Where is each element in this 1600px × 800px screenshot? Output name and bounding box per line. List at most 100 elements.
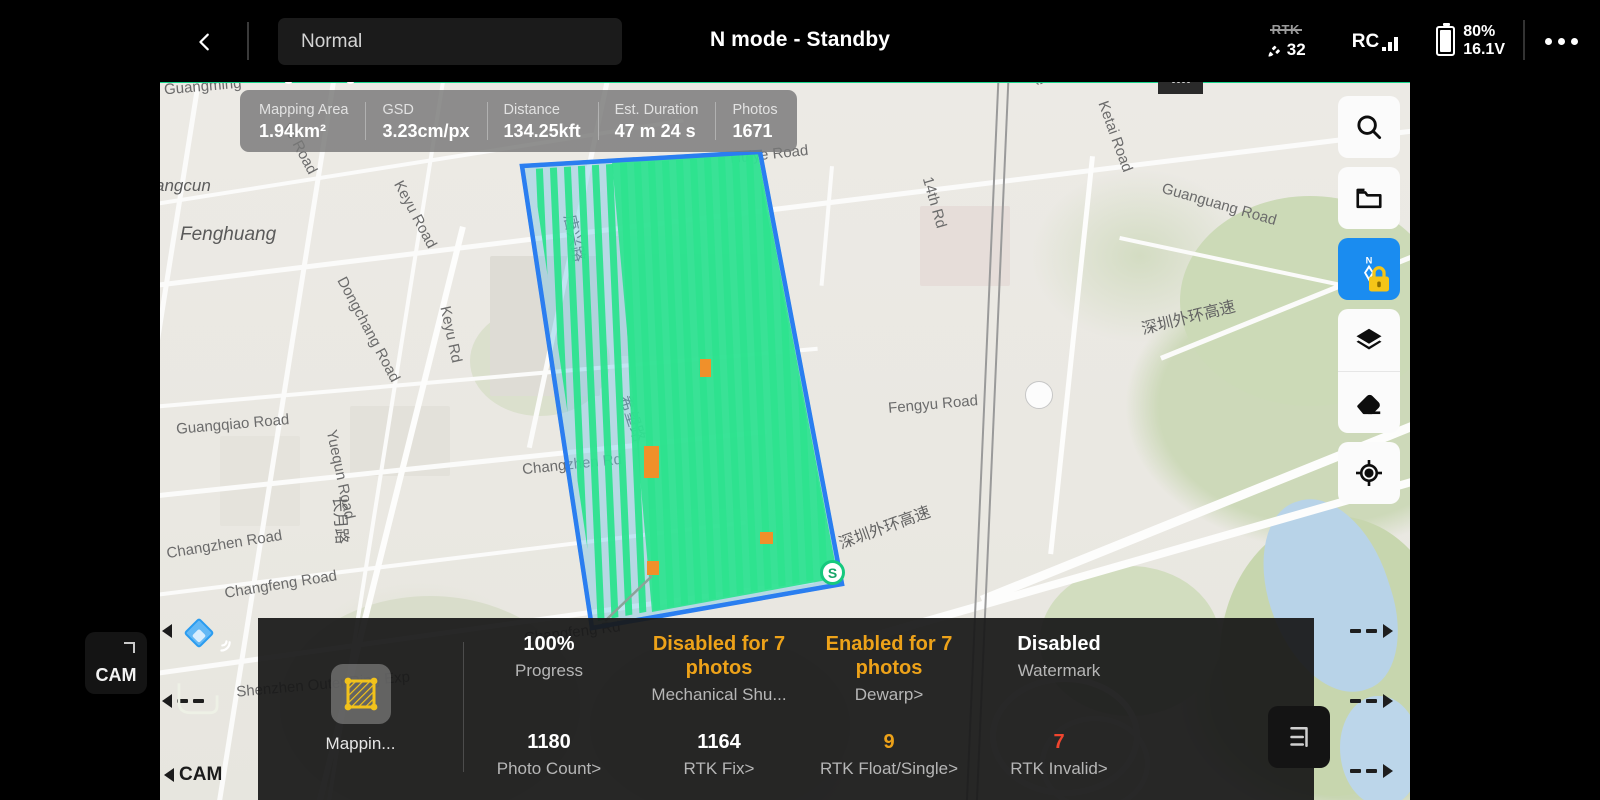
stat-photos[interactable]: Photos 1671 bbox=[715, 90, 794, 152]
signal-bars-icon bbox=[1382, 35, 1399, 51]
rtk-status[interactable]: RTK 32 bbox=[1250, 22, 1322, 60]
mission-type-block: Mappin... bbox=[258, 618, 463, 800]
triangle-right-icon bbox=[1383, 694, 1393, 708]
cell-label: Watermark bbox=[1017, 661, 1101, 680]
camera-view-button[interactable]: CAM bbox=[85, 632, 147, 694]
map-label: Fenghuang bbox=[180, 224, 277, 245]
stat-value: 1671 bbox=[732, 121, 773, 141]
map-block bbox=[615, 236, 705, 356]
stat-value: 47 m 24 s bbox=[614, 121, 696, 141]
top-status-bar: Normal N mode - Standby RTK 32 RC 80% 16… bbox=[0, 0, 1600, 82]
search-button[interactable] bbox=[1338, 96, 1400, 158]
cell-value: Disabled for 7 photos bbox=[652, 633, 786, 679]
eraser-button[interactable] bbox=[1338, 371, 1400, 433]
lock-icon bbox=[1369, 266, 1389, 292]
cell-value: 9 bbox=[883, 731, 895, 753]
cell-value: Disabled bbox=[1017, 633, 1101, 655]
cell-label: RTK Float/Single> bbox=[819, 759, 959, 778]
signal-wave-icon bbox=[220, 640, 231, 652]
right-telemetry-indicators bbox=[1350, 614, 1410, 788]
stat-distance[interactable]: Distance 134.25kft bbox=[486, 90, 598, 152]
drone-position-marker[interactable] bbox=[183, 617, 231, 652]
battery-icon bbox=[1436, 23, 1456, 56]
battery-percent: 80% bbox=[1463, 23, 1496, 40]
battery-status[interactable]: 80% 16.1V bbox=[1436, 23, 1505, 59]
triangle-left-icon bbox=[162, 694, 172, 708]
mission-type-label: Mappin... bbox=[325, 734, 396, 753]
cell-progress[interactable]: 100% Progress bbox=[464, 618, 634, 709]
cell-label: Progress bbox=[514, 661, 584, 680]
recenter-button[interactable] bbox=[1338, 442, 1400, 504]
mission-stats-panel: Mapping Area 1.94km² GSD 3.23cm/px Dista… bbox=[240, 90, 797, 152]
mapping-mission-button[interactable] bbox=[330, 664, 391, 724]
drone-diamond-icon bbox=[183, 617, 215, 649]
rc-signal-status[interactable]: RC bbox=[1351, 30, 1399, 52]
telemetry-row[interactable] bbox=[1350, 684, 1410, 718]
stat-value: 3.23cm/px bbox=[382, 121, 470, 141]
home-point-marker[interactable]: S bbox=[820, 560, 845, 585]
cell-label: RTK Invalid> bbox=[1010, 759, 1108, 778]
home-marker-label: S bbox=[827, 564, 838, 581]
cell-value: 7 bbox=[1053, 731, 1065, 753]
cell-label: Mechanical Shu... bbox=[651, 685, 787, 704]
layers-icon bbox=[1356, 328, 1382, 350]
cell-empty-1 bbox=[1144, 618, 1314, 709]
home-direction-icon bbox=[177, 683, 219, 715]
dash-values bbox=[1350, 699, 1377, 703]
stat-duration[interactable]: Est. Duration 47 m 24 s bbox=[597, 90, 716, 152]
rtk-label: RTK bbox=[1269, 22, 1303, 37]
collapse-panel-button[interactable] bbox=[1268, 706, 1330, 768]
mapping-polygon-icon bbox=[344, 677, 377, 711]
ellipsis-icon bbox=[1544, 37, 1552, 45]
dash-values bbox=[1350, 629, 1377, 633]
dash-values bbox=[1350, 769, 1377, 773]
cell-value: 100% bbox=[523, 633, 575, 655]
stat-key: Distance bbox=[503, 102, 560, 118]
folder-button[interactable] bbox=[1338, 167, 1400, 229]
expand-corner-icon bbox=[124, 642, 135, 653]
telemetry-row[interactable] bbox=[1350, 754, 1410, 788]
cam-toggle-label: CAM bbox=[179, 764, 223, 785]
cell-watermark[interactable]: Disabled Watermark bbox=[974, 618, 1144, 709]
cell-dewarp[interactable]: Enabled for 7 photos Dewarp> bbox=[804, 618, 974, 709]
bottom-telemetry-panel: Mappin... 100% Progress Disabled for 7 p… bbox=[258, 618, 1314, 800]
stat-mapping-area[interactable]: Mapping Area 1.94km² bbox=[242, 90, 365, 152]
rc-label: RC bbox=[1351, 30, 1380, 52]
stat-value: 134.25kft bbox=[503, 121, 581, 141]
stat-gsd[interactable]: GSD 3.23cm/px bbox=[365, 90, 486, 152]
collapse-panel-icon bbox=[1290, 727, 1308, 747]
map-layers-button[interactable] bbox=[1338, 309, 1400, 371]
eraser-icon bbox=[1357, 394, 1381, 414]
satellite-icon bbox=[1268, 45, 1280, 57]
cell-rtk-invalid[interactable]: 7 RTK Invalid> bbox=[974, 709, 1144, 800]
satellite-count-row: 32 bbox=[1266, 40, 1306, 60]
drone-mapping-app: Normal N mode - Standby RTK 32 RC 80% 16… bbox=[0, 0, 1600, 800]
stat-value: 1.94km² bbox=[259, 121, 327, 141]
stat-key: Est. Duration bbox=[614, 102, 699, 118]
folder-icon bbox=[1356, 188, 1382, 209]
cam-toggle-row[interactable]: CAM bbox=[164, 758, 222, 792]
telemetry-grid: 100% Progress Disabled for 7 photos Mech… bbox=[464, 618, 1314, 800]
topbar-divider-2 bbox=[1523, 20, 1525, 60]
triangle-right-icon bbox=[1383, 764, 1393, 778]
telemetry-row[interactable] bbox=[1350, 614, 1410, 648]
cell-value: 1164 bbox=[697, 731, 741, 753]
map-tools-panel: N bbox=[1338, 96, 1400, 513]
cell-mechanical-shutter[interactable]: Disabled for 7 photos Mechanical Shu... bbox=[634, 618, 804, 709]
stat-key: GSD bbox=[382, 102, 414, 118]
cell-value: 1180 bbox=[527, 731, 571, 753]
map-waypoint-circle[interactable] bbox=[1025, 381, 1053, 409]
map-label: angcun bbox=[160, 176, 211, 195]
stat-key: Mapping Area bbox=[259, 102, 349, 118]
cell-value: Enabled for 7 photos bbox=[825, 633, 953, 679]
cell-rtk-float-single[interactable]: 9 RTK Float/Single> bbox=[804, 709, 974, 800]
compass-lock-button[interactable]: N bbox=[1338, 238, 1400, 300]
more-options-button[interactable] bbox=[1537, 28, 1585, 54]
cell-rtk-fix[interactable]: 1164 RTK Fix> bbox=[634, 709, 804, 800]
cell-photo-count[interactable]: 1180 Photo Count> bbox=[464, 709, 634, 800]
triangle-left-icon bbox=[162, 624, 172, 638]
locate-icon bbox=[1356, 460, 1382, 486]
cam-float-label: CAM bbox=[95, 665, 137, 685]
search-icon bbox=[1357, 115, 1382, 140]
cell-label: Photo Count> bbox=[496, 759, 602, 778]
